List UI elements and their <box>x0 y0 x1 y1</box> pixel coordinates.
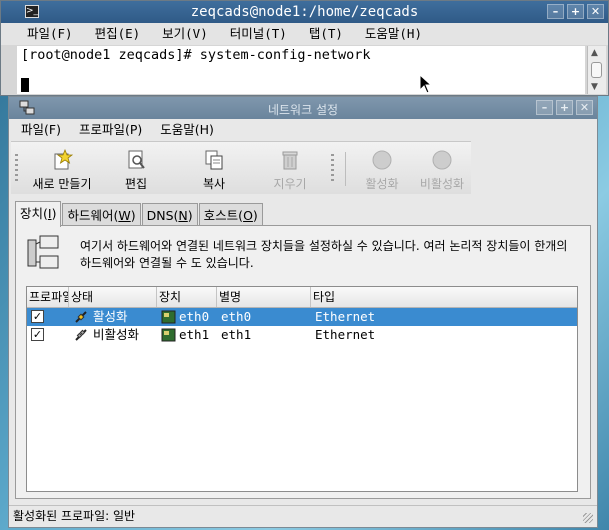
active-profile-text: 활성화된 프로파일: 일반 <box>13 509 136 523</box>
copy-label: 복사 <box>202 177 226 191</box>
toolbar-grip[interactable] <box>15 154 18 182</box>
tab-hardware-close: ) <box>130 208 136 223</box>
tab-devices-label: 장치( <box>20 206 48 221</box>
tab-dns-close: ) <box>187 208 193 223</box>
menu-help[interactable]: 도움말(H) <box>148 119 214 141</box>
nic-card-icon <box>161 328 176 342</box>
edit-button[interactable]: 편집 <box>101 146 171 192</box>
deactivate-circle-icon <box>432 150 452 170</box>
device-table: 프로파일 상태 장치 별명 타입 ✓ 활성화 eth0 eth0 Etherne… <box>26 286 578 492</box>
devices-panel: 여기서 하드웨어와 연결된 네트워크 장치들을 설정하실 수 있습니다. 여러 … <box>15 225 591 499</box>
close-button[interactable]: ✕ <box>587 4 604 19</box>
scroll-thumb[interactable] <box>591 62 602 78</box>
copy-button[interactable]: 복사 <box>179 146 249 192</box>
tab-hosts-close: ) <box>252 208 258 223</box>
col-type[interactable]: 타입 <box>311 287 579 307</box>
toolbar-separator <box>345 152 346 186</box>
network-devices-icon <box>27 235 59 269</box>
table-header: 프로파일 상태 장치 별명 타입 <box>27 287 577 308</box>
row-alias: eth1 <box>221 327 252 342</box>
tab-hardware-label: 하드웨어( <box>67 208 119 223</box>
menu-profile[interactable]: 프로파일(P) <box>67 119 142 141</box>
profile-checkbox[interactable]: ✓ <box>31 328 44 341</box>
row-device: eth1 <box>179 327 210 342</box>
row-status: 비활성화 <box>93 327 140 342</box>
network-menubar: 파일(F) 프로파일(P) 도움말(H) <box>9 119 597 141</box>
tab-hosts-key: O <box>243 208 253 223</box>
tab-hosts[interactable]: 호스트(O) <box>198 203 263 226</box>
terminal-title: zeqcads@node1:/home/zeqcads <box>190 4 419 20</box>
table-row[interactable]: ✓ 활성화 eth0 eth0 Ethernet <box>27 308 577 326</box>
activate-circle-icon <box>372 150 392 170</box>
row-device: eth0 <box>179 309 210 324</box>
network-titlebar[interactable]: 네트워크 설정 – + ✕ <box>9 97 597 119</box>
profile-checkbox[interactable]: ✓ <box>31 310 44 323</box>
menu-edit[interactable]: 편집(E) <box>95 23 141 45</box>
col-device[interactable]: 장치 <box>157 287 217 307</box>
new-button[interactable]: 새로 만들기 <box>27 146 97 192</box>
row-type: Ethernet <box>315 327 376 342</box>
minimize-button[interactable]: – <box>547 4 564 19</box>
network-config-window: 네트워크 설정 – + ✕ 파일(F) 프로파일(P) 도움말(H) 새로 만들… <box>8 96 598 528</box>
nic-card-icon <box>161 310 176 324</box>
toolbar: 새로 만들기 편집 복사 지우기 활성화 비활성화 <box>11 141 471 194</box>
menu-file[interactable]: 파일(F) <box>9 119 61 141</box>
tab-dns[interactable]: DNS(N) <box>141 203 198 226</box>
terminal-scrollbar[interactable]: ▲ ▼ <box>587 46 606 94</box>
connected-plug-icon <box>75 311 87 323</box>
table-row[interactable]: ✓ 비활성화 eth1 eth1 Ethernet <box>27 326 577 344</box>
status-bar: 활성화된 프로파일: 일반 <box>9 505 597 525</box>
resize-grip[interactable] <box>583 513 593 523</box>
minimize-button[interactable]: – <box>536 100 553 115</box>
toolbar-grip[interactable] <box>331 154 334 182</box>
menu-terminal[interactable]: 터미널(T) <box>230 23 287 45</box>
terminal-menubar: 파일(F) 편집(E) 보기(V) 터미널(T) 탭(T) 도움말(H) <box>1 23 608 45</box>
disconnected-plug-icon <box>75 329 87 341</box>
terminal-titlebar[interactable]: >_ zeqcads@node1:/home/zeqcads – + ✕ <box>1 1 608 23</box>
deactivate-button[interactable]: 비활성화 <box>407 146 477 192</box>
copy-icon <box>205 150 223 170</box>
maximize-button[interactable]: + <box>556 100 573 115</box>
menu-help[interactable]: 도움말(H) <box>365 23 422 45</box>
scroll-down-icon[interactable]: ▼ <box>591 82 598 92</box>
row-status: 활성화 <box>93 309 128 324</box>
edit-label: 편집 <box>124 177 148 191</box>
tab-devices-close: ) <box>51 206 57 221</box>
delete-label: 지우기 <box>273 177 307 191</box>
col-alias[interactable]: 별명 <box>217 287 311 307</box>
trash-icon <box>282 151 298 170</box>
network-window-title: 네트워크 설정 <box>267 103 339 117</box>
edit-document-icon <box>128 150 145 169</box>
new-star-icon <box>54 149 73 170</box>
tab-dns-key: N <box>178 208 188 223</box>
row-alias: eth0 <box>221 309 252 324</box>
delete-button[interactable]: 지우기 <box>255 146 325 192</box>
tab-hosts-label: 호스트( <box>203 208 244 223</box>
menu-file[interactable]: 파일(F) <box>27 23 73 45</box>
terminal-window: >_ zeqcads@node1:/home/zeqcads – + ✕ 파일(… <box>0 0 609 96</box>
row-type: Ethernet <box>315 309 376 324</box>
prompt-line: [root@node1 zeqcads]# system-config-netw… <box>21 47 371 63</box>
terminal-console[interactable]: [root@node1 zeqcads]# system-config-netw… <box>17 46 585 94</box>
close-button[interactable]: ✕ <box>576 100 593 115</box>
menu-view[interactable]: 보기(V) <box>162 23 208 45</box>
tab-devices[interactable]: 장치(I) <box>15 201 62 227</box>
menu-tabs[interactable]: 탭(T) <box>309 23 343 45</box>
tab-bar: 장치(I) 하드웨어(W) DNS(N) 호스트(O) <box>15 201 264 227</box>
tab-dns-label: DNS( <box>146 208 179 223</box>
col-profile[interactable]: 프로파일 <box>27 287 69 307</box>
deactivate-label: 비활성화 <box>419 177 465 191</box>
tab-hardware-key: W <box>118 208 131 223</box>
text-cursor <box>21 78 29 92</box>
mouse-pointer-icon <box>419 74 433 94</box>
scroll-up-icon[interactable]: ▲ <box>591 48 598 58</box>
tab-hardware[interactable]: 하드웨어(W) <box>62 203 141 226</box>
help-text: 여기서 하드웨어와 연결된 네트워크 장치들을 설정하실 수 있습니다. 여러 … <box>80 239 568 270</box>
maximize-button[interactable]: + <box>567 4 584 19</box>
new-label: 새로 만들기 <box>32 177 92 191</box>
col-status[interactable]: 상태 <box>69 287 157 307</box>
